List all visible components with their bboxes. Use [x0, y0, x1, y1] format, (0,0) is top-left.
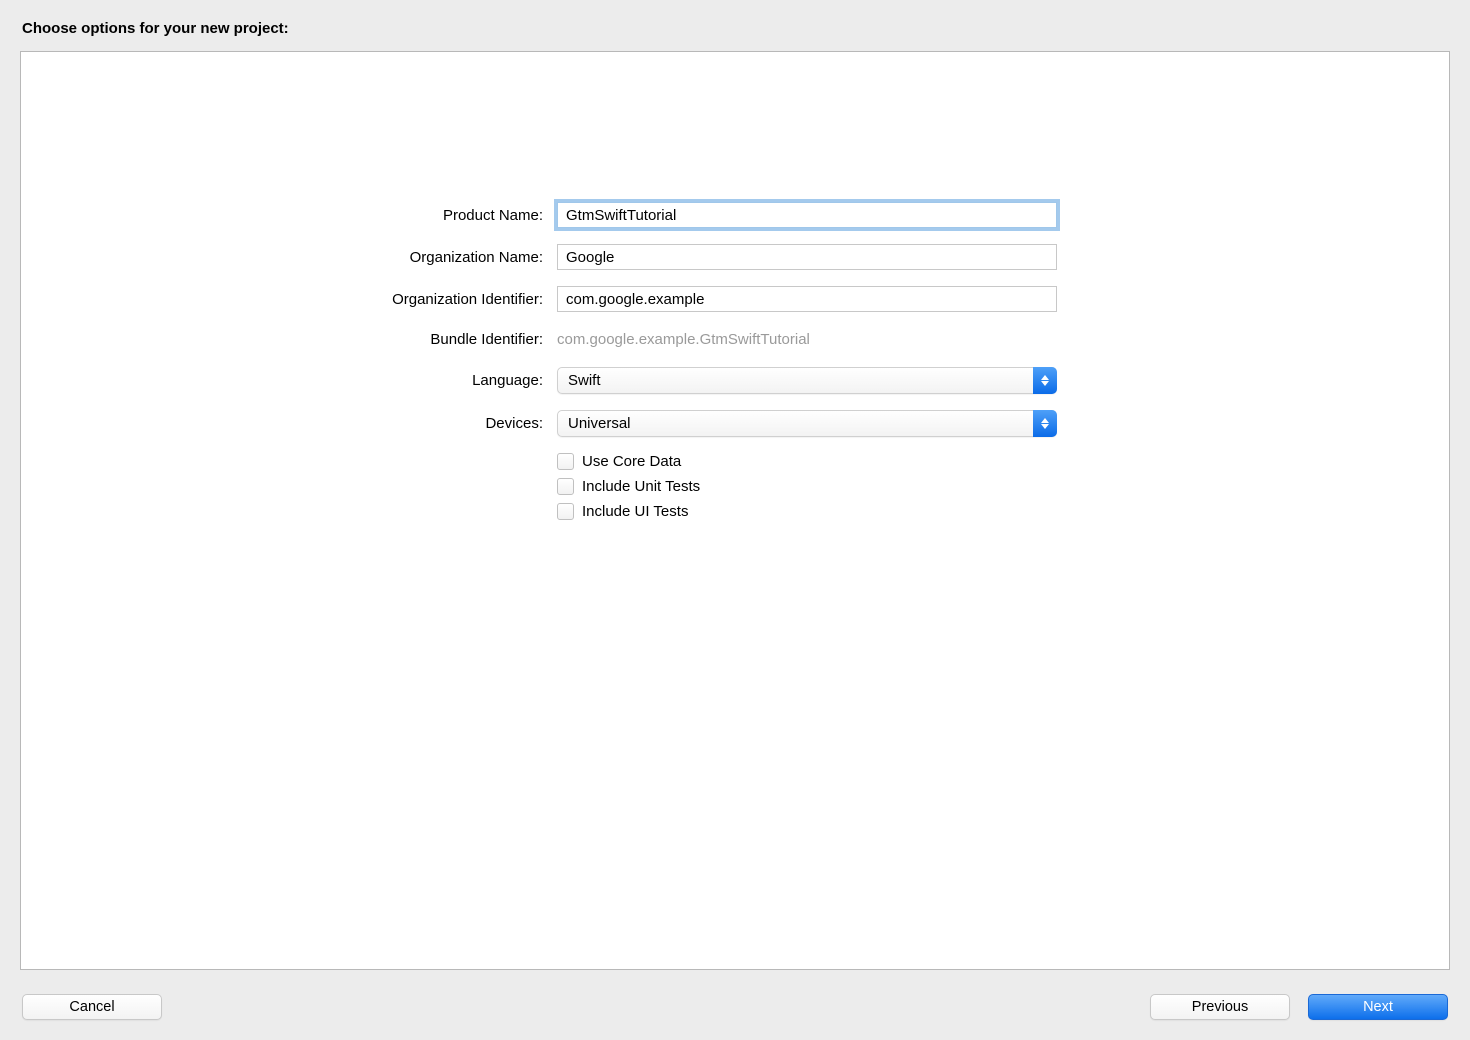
options-panel: Product Name: Organization Name: Organiz…	[20, 51, 1450, 970]
organization-name-label: Organization Name:	[81, 249, 557, 266]
new-project-options-dialog: Choose options for your new project: Pro…	[20, 20, 1450, 1020]
cancel-button[interactable]: Cancel	[22, 994, 162, 1020]
devices-value: Universal	[568, 415, 631, 432]
include-ui-tests-checkbox[interactable]	[557, 503, 574, 520]
dialog-title: Choose options for your new project:	[22, 20, 1450, 37]
bundle-identifier-label: Bundle Identifier:	[81, 331, 557, 348]
button-bar: Cancel Previous Next	[20, 994, 1450, 1020]
product-name-input[interactable]	[557, 202, 1057, 228]
include-ui-tests-label: Include UI Tests	[582, 503, 688, 520]
organization-identifier-input[interactable]	[557, 286, 1057, 312]
include-unit-tests-checkbox[interactable]	[557, 478, 574, 495]
updown-arrows-icon	[1033, 367, 1057, 394]
next-button[interactable]: Next	[1308, 994, 1448, 1020]
product-name-label: Product Name:	[81, 207, 557, 224]
language-value: Swift	[568, 372, 601, 389]
devices-select[interactable]: Universal	[557, 410, 1057, 437]
language-label: Language:	[81, 372, 557, 389]
language-select[interactable]: Swift	[557, 367, 1057, 394]
updown-arrows-icon	[1033, 410, 1057, 437]
include-unit-tests-label: Include Unit Tests	[582, 478, 700, 495]
organization-name-input[interactable]	[557, 244, 1057, 270]
previous-button[interactable]: Previous	[1150, 994, 1290, 1020]
bundle-identifier-value: com.google.example.GtmSwiftTutorial	[557, 328, 810, 351]
use-core-data-label: Use Core Data	[582, 453, 681, 470]
organization-identifier-label: Organization Identifier:	[81, 291, 557, 308]
use-core-data-checkbox[interactable]	[557, 453, 574, 470]
devices-label: Devices:	[81, 415, 557, 432]
